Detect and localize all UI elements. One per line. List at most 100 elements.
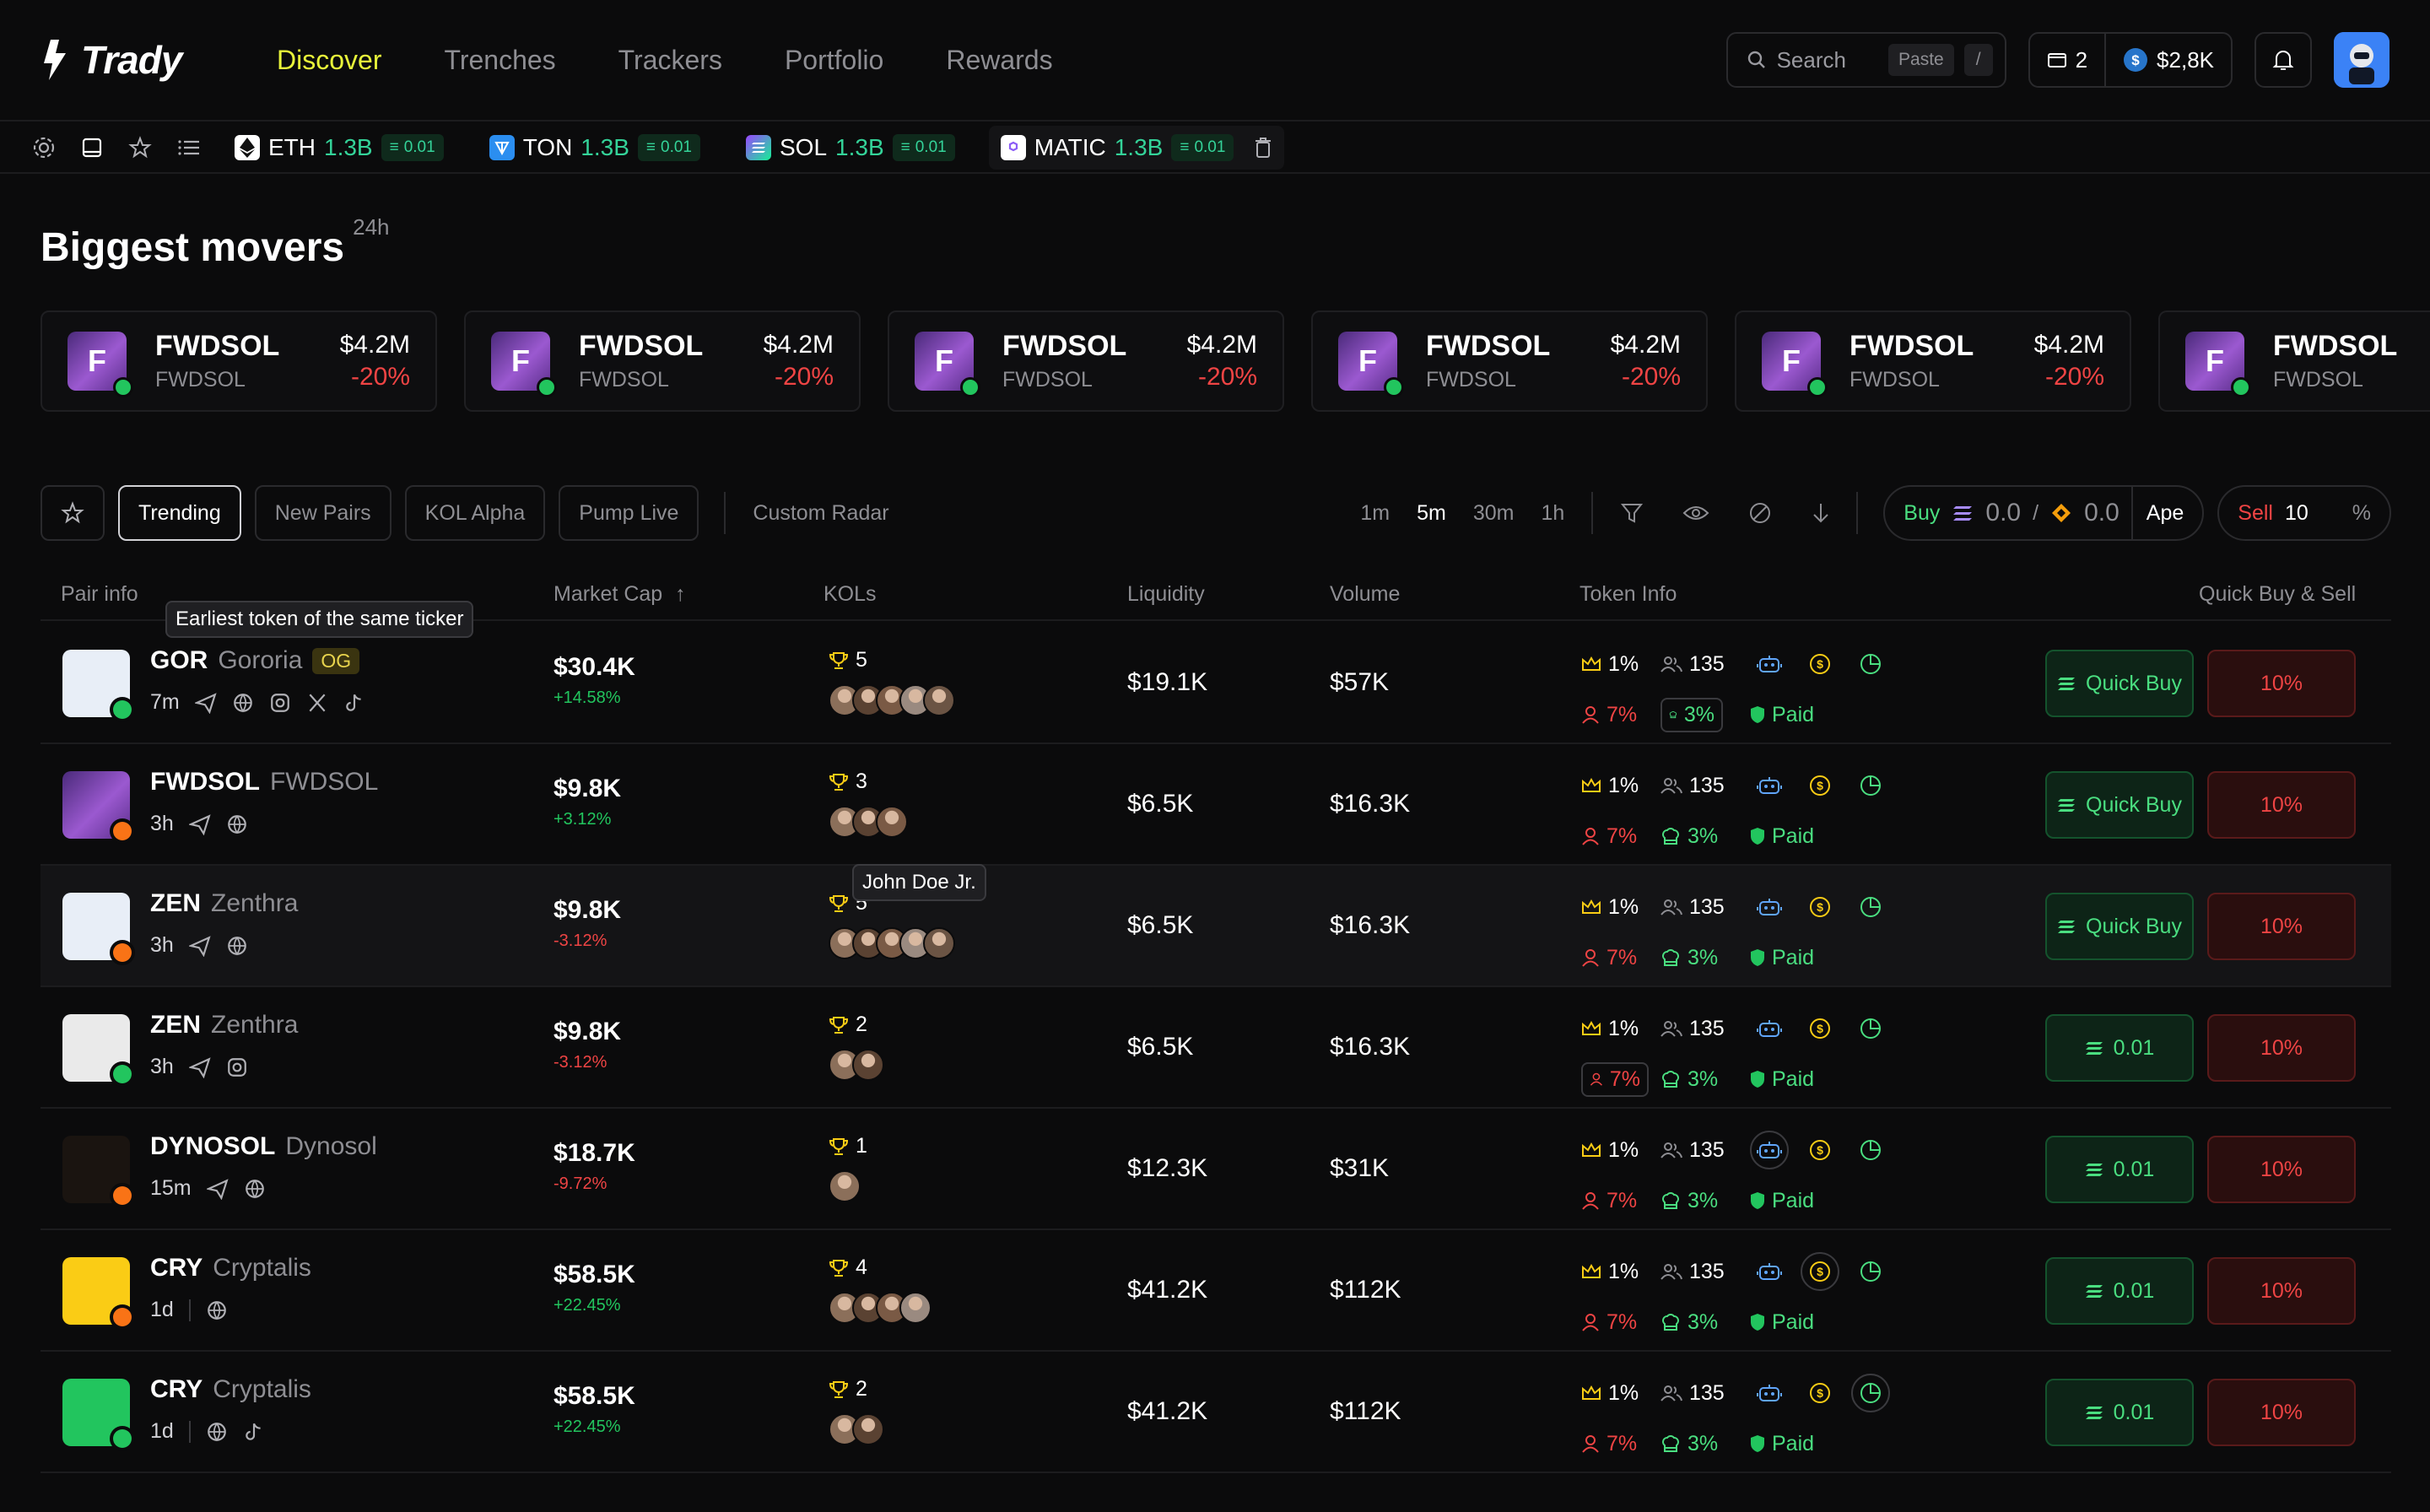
chain-ton[interactable]: TON 1.3B ≡ 0.01 [478, 126, 712, 170]
block-icon[interactable] [1748, 501, 1772, 525]
token-icon[interactable] [62, 650, 135, 722]
sell-amount[interactable]: 10 [2285, 501, 2308, 526]
header-volume[interactable]: Volume [1330, 582, 1400, 607]
top-holders[interactable]: 1% [1581, 1260, 1649, 1284]
instagram-icon[interactable] [226, 1056, 248, 1078]
rug-check[interactable]: $ [1801, 774, 1839, 797]
tab-pump-live[interactable]: Pump Live [559, 485, 699, 541]
dev-holding[interactable]: 7% [1581, 703, 1649, 727]
kol-count[interactable]: 2 [829, 1377, 876, 1401]
quick-sell-button[interactable]: 10% [2207, 1014, 2356, 1082]
chart-indicator[interactable] [1851, 774, 1890, 797]
sell-settings[interactable]: Sell 10 % [2217, 485, 2391, 541]
bot-indicator[interactable] [1750, 1383, 1789, 1403]
tab-new-pairs[interactable]: New Pairs [254, 485, 392, 541]
mover-card[interactable]: F FWDSOL FWDSOL $4.2M -20% [40, 310, 437, 412]
dex-paid[interactable]: Paid [1750, 824, 1814, 849]
bot-indicator[interactable] [1750, 1261, 1789, 1282]
timeframe-5m[interactable]: 5m [1417, 501, 1446, 526]
quick-sell-button[interactable]: 10% [2207, 1257, 2356, 1325]
quick-sell-button[interactable]: 10% [2207, 1379, 2356, 1446]
rug-check[interactable]: $ [1801, 1252, 1839, 1291]
settings-icon[interactable] [32, 136, 56, 159]
dev-holding[interactable]: 7% [1581, 1189, 1649, 1213]
holders-count[interactable]: 135 [1660, 895, 1738, 920]
kol-count[interactable]: 3 [829, 770, 899, 794]
eye-icon[interactable] [1682, 504, 1709, 522]
send-icon[interactable] [194, 692, 217, 714]
tiktok-icon[interactable] [343, 692, 365, 714]
token-icon[interactable] [62, 1014, 135, 1087]
chain-eth[interactable]: ETH 1.3B ≡ 0.01 [223, 126, 456, 170]
holders-count[interactable]: 135 [1660, 1138, 1738, 1163]
notifications-button[interactable] [2254, 32, 2312, 88]
kol-count[interactable]: 5 [829, 648, 947, 672]
nav-trackers[interactable]: Trackers [618, 45, 722, 76]
quick-buy-button[interactable]: 0.01 [2045, 1379, 2194, 1446]
timeframe-1h[interactable]: 1h [1541, 501, 1564, 526]
rug-check[interactable]: $ [1801, 652, 1839, 676]
chain-matic[interactable]: MATIC 1.3B ≡ 0.01 [988, 126, 1285, 170]
arrow-down-icon[interactable] [1811, 501, 1831, 525]
table-row[interactable]: GOR Gororia OG 7m $30.4K +14.58% 5 $19.1… [40, 623, 2391, 744]
ape-button[interactable]: Ape [2130, 485, 2184, 541]
buy-amount-sol[interactable]: 0.0 [1985, 499, 2021, 527]
paste-button[interactable]: Paste [1888, 44, 1954, 76]
dev-holding[interactable]: 7% [1581, 946, 1649, 970]
kol-avatar[interactable] [923, 927, 955, 959]
send-icon[interactable] [188, 935, 211, 957]
kol-avatar[interactable] [899, 1292, 932, 1324]
dex-paid[interactable]: Paid [1750, 703, 1814, 727]
holders-count[interactable]: 135 [1660, 1017, 1738, 1041]
mover-card[interactable]: F FWDSOL FWDSOL $4.2M -20% [464, 310, 861, 412]
quick-buy-button[interactable]: 0.01 [2045, 1257, 2194, 1325]
kol-avatar[interactable] [829, 1170, 861, 1202]
globe-icon[interactable] [244, 1178, 266, 1200]
wallet-count[interactable]: 2 [2030, 34, 2104, 86]
kol-avatar[interactable] [876, 806, 908, 838]
dev-holding[interactable]: 7% [1581, 1061, 1649, 1097]
chart-indicator[interactable] [1851, 895, 1890, 919]
layout-icon[interactable] [81, 137, 103, 159]
rug-check[interactable]: $ [1801, 895, 1839, 919]
buy-amount-bnb[interactable]: 0.0 [2084, 499, 2120, 527]
token-icon[interactable] [62, 1136, 135, 1208]
header-kols[interactable]: KOLs [824, 582, 877, 607]
tab-kol-alpha[interactable]: KOL Alpha [404, 485, 546, 541]
nav-discover[interactable]: Discover [277, 45, 381, 76]
top-holders[interactable]: 1% [1581, 652, 1649, 677]
holders-count[interactable]: 135 [1660, 774, 1738, 798]
chart-indicator[interactable] [1851, 1138, 1890, 1162]
pair-name[interactable]: CRY Cryptalis [150, 1375, 311, 1404]
snipers-holding[interactable]: 3% [1660, 1189, 1738, 1213]
bot-indicator[interactable] [1750, 897, 1789, 917]
custom-radar-button[interactable]: Custom Radar [753, 501, 888, 526]
mover-card[interactable]: F FWDSOL FWDSOL $4.2M -20% [1311, 310, 1708, 412]
list-icon[interactable] [177, 138, 201, 158]
quick-sell-button[interactable]: 10% [2207, 893, 2356, 960]
kol-avatar[interactable] [852, 1413, 884, 1445]
quick-buy-button[interactable]: Quick Buy [2045, 893, 2194, 960]
snipers-holding[interactable]: 3% [1660, 1067, 1738, 1092]
dev-holding[interactable]: 7% [1581, 1310, 1649, 1335]
table-row[interactable]: DYNOSOL Dynosol 15m $18.7K -9.72% 1 $12.… [40, 1109, 2391, 1230]
favorites-button[interactable] [40, 485, 105, 541]
wallet-balance[interactable]: $ $2,8K [2104, 34, 2231, 86]
bot-indicator[interactable] [1750, 1131, 1789, 1169]
dex-paid[interactable]: Paid [1750, 1067, 1814, 1092]
kol-avatar[interactable] [923, 684, 955, 716]
tiktok-icon[interactable] [243, 1421, 265, 1443]
header-token-info[interactable]: Token Info [1580, 582, 1677, 607]
quick-sell-button[interactable]: 10% [2207, 650, 2356, 717]
token-icon[interactable] [62, 1257, 135, 1330]
kol-avatar[interactable] [852, 1049, 884, 1081]
mover-card[interactable]: F FWDSOL FWDSOL $4.2M -20% [888, 310, 1284, 412]
user-avatar[interactable] [2334, 32, 2390, 88]
chain-sol[interactable]: SOL 1.3B ≡ 0.01 [734, 126, 967, 170]
snipers-holding[interactable]: 3% [1660, 946, 1738, 970]
x-icon[interactable] [306, 692, 328, 714]
kol-count[interactable]: 4 [829, 1256, 923, 1280]
bot-indicator[interactable] [1750, 654, 1789, 674]
holders-count[interactable]: 135 [1660, 652, 1738, 677]
holders-count[interactable]: 135 [1660, 1260, 1738, 1284]
